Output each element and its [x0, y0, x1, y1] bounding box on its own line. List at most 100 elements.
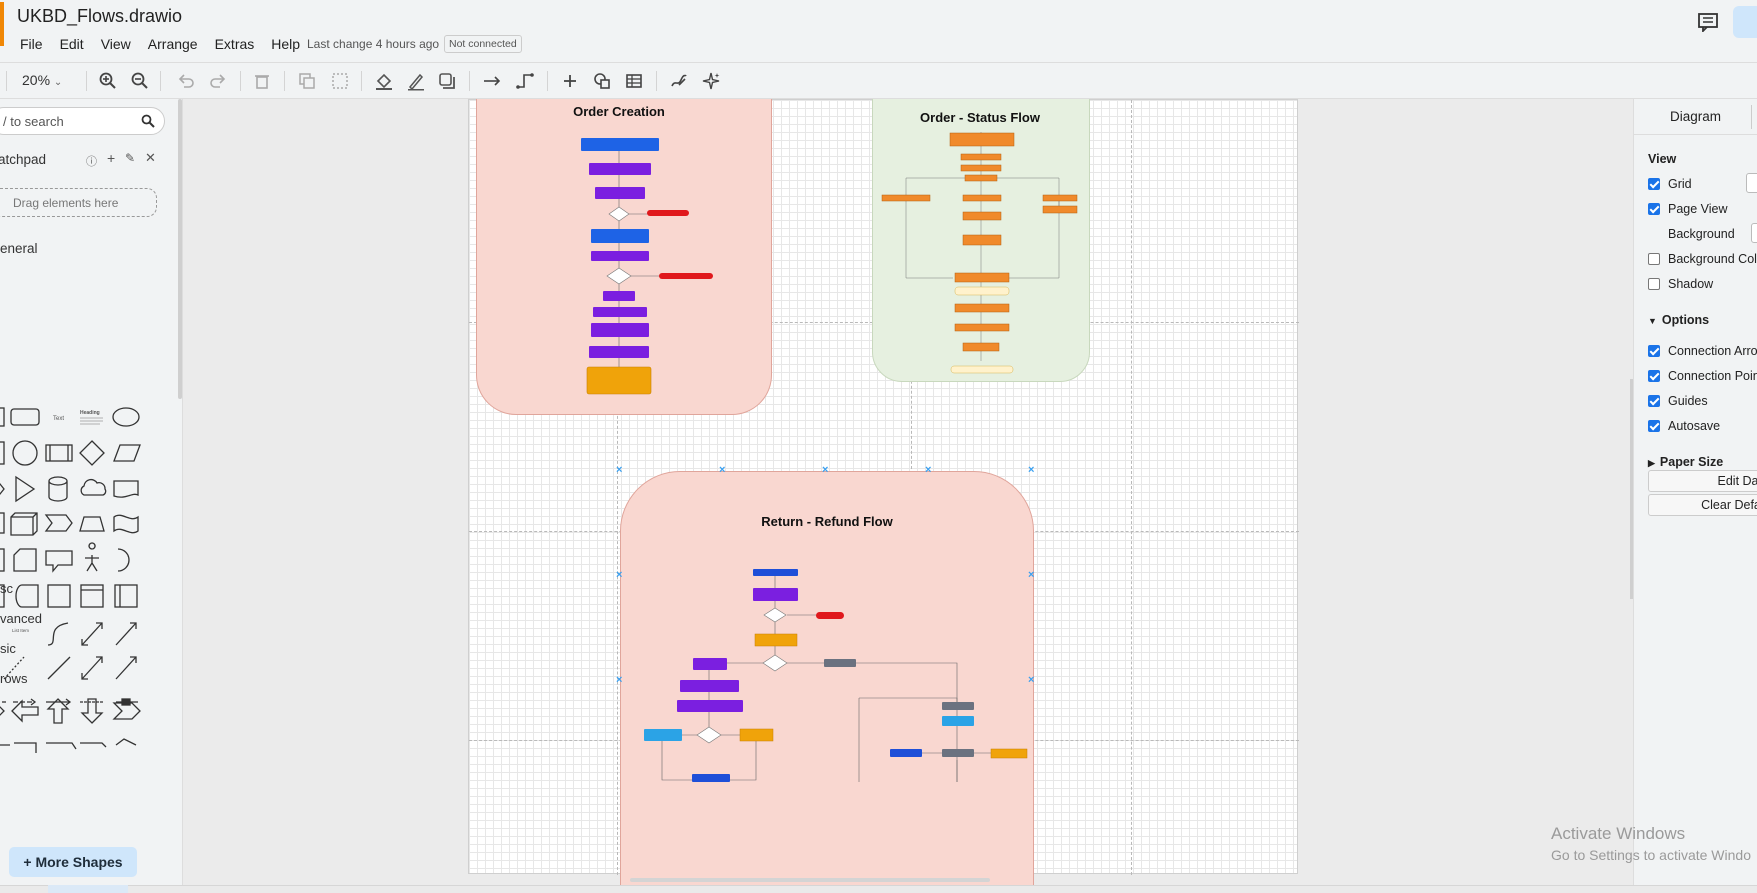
checkbox-checked[interactable]: [1648, 420, 1660, 432]
undo-icon[interactable]: [176, 71, 196, 91]
category-arrows[interactable]: rows: [0, 671, 27, 686]
shape-trapezoid: [79, 516, 105, 532]
menu-extras[interactable]: Extras: [215, 36, 255, 52]
menu-arrange[interactable]: Arrange: [148, 36, 198, 52]
horizontal-scrollbar[interactable]: [630, 878, 990, 882]
shape-diamond: [79, 440, 105, 466]
diagram-canvas[interactable]: Order Creation Order - Status Flow Retur…: [183, 99, 1633, 885]
help-icon[interactable]: ⓘ: [86, 153, 97, 169]
selection-handle[interactable]: ×: [1028, 464, 1034, 476]
freehand-icon[interactable]: [669, 71, 689, 91]
options-section-title[interactable]: ▼ Options: [1648, 313, 1709, 327]
checkbox-unchecked[interactable]: [1648, 278, 1660, 290]
tab-diagram[interactable]: Diagram: [1634, 99, 1757, 135]
selection-handle[interactable]: ×: [616, 464, 622, 476]
close-icon[interactable]: ✕: [145, 150, 156, 166]
activate-windows-subtitle: Go to Settings to activate Windo: [1551, 847, 1751, 863]
return-refund-container[interactable]: Return - Refund Flow × × × × × × × × ×: [616, 464, 1034, 885]
scratchpad-title[interactable]: atchpad: [0, 152, 46, 167]
order-creation-flow: [581, 138, 713, 395]
menu-help[interactable]: Help: [271, 36, 300, 52]
redo-icon[interactable]: [208, 71, 228, 91]
page-tab[interactable]: [48, 885, 128, 893]
palette-list-label: List Item: [12, 628, 29, 633]
zoom-in-icon[interactable]: [98, 71, 118, 91]
connection-status-badge[interactable]: Not connected: [444, 35, 522, 53]
delete-icon[interactable]: [252, 71, 272, 91]
comments-icon[interactable]: [1697, 12, 1719, 32]
background-label: Background: [1668, 227, 1735, 241]
selection-handle[interactable]: ×: [822, 464, 828, 476]
order-status-flow: [881, 132, 1078, 374]
category-misc[interactable]: sc: [0, 581, 13, 596]
grid-checkbox[interactable]: Grid: [1648, 177, 1692, 191]
to-front-icon[interactable]: [297, 71, 317, 91]
connection-icon[interactable]: [482, 71, 502, 91]
background-image-button[interactable]: [1751, 223, 1757, 243]
insert-icon[interactable]: [560, 71, 580, 91]
last-change-status[interactable]: Last change 4 hours ago: [307, 37, 439, 51]
connection-arrows-checkbox[interactable]: Connection Arrow: [1648, 344, 1757, 358]
search-icon[interactable]: [141, 114, 155, 128]
grid-size-input[interactable]: [1746, 173, 1757, 193]
toolbar: 20% ⌄: [0, 62, 1757, 99]
selection-handle[interactable]: ×: [925, 464, 931, 476]
to-back-icon[interactable]: [330, 71, 350, 91]
diagram-page[interactable]: Order Creation Order - Status Flow Retur…: [468, 99, 1299, 885]
zoom-out-icon[interactable]: [130, 71, 150, 91]
selection-handle[interactable]: ×: [616, 674, 622, 686]
fill-color-icon[interactable]: [374, 71, 394, 91]
category-basic[interactable]: sic: [0, 641, 16, 656]
ai-generate-icon[interactable]: [701, 71, 721, 91]
selection-handle[interactable]: ×: [719, 464, 725, 476]
checkbox-checked[interactable]: [1648, 395, 1660, 407]
page-view-checkbox[interactable]: Page View: [1648, 202, 1728, 216]
shapes-icon[interactable]: [592, 71, 612, 91]
file-title[interactable]: UKBD_Flows.drawio: [17, 6, 182, 27]
guides-checkbox[interactable]: Guides: [1648, 394, 1708, 408]
more-shapes-button[interactable]: + More Shapes: [9, 847, 137, 877]
shadow-checkbox[interactable]: Shadow: [1648, 277, 1713, 291]
order-status-container[interactable]: Order - Status Flow: [872, 99, 1090, 382]
checkbox-unchecked[interactable]: [1648, 253, 1660, 265]
checkbox-checked[interactable]: [1648, 203, 1660, 215]
checkbox-checked[interactable]: [1648, 345, 1660, 357]
drawio-logo-icon: [0, 2, 4, 46]
shape-line: [47, 656, 71, 680]
selection-handle[interactable]: ×: [1028, 569, 1034, 581]
grid-label: Grid: [1668, 177, 1692, 191]
page-tabs-bar: [0, 885, 1757, 893]
background-color-checkbox[interactable]: Background Colo: [1648, 252, 1757, 266]
waypoints-icon[interactable]: [515, 71, 535, 91]
general-section-title[interactable]: eneral: [0, 241, 38, 256]
share-icon[interactable]: [1733, 6, 1757, 38]
paper-size-label: Paper Size: [1659, 455, 1724, 469]
checkbox-checked[interactable]: [1648, 370, 1660, 382]
add-icon[interactable]: +: [107, 150, 115, 166]
menu-file[interactable]: File: [20, 36, 43, 52]
selection-handle[interactable]: ×: [1028, 674, 1034, 686]
checkbox-checked[interactable]: [1648, 178, 1660, 190]
zoom-value: 20%: [22, 72, 51, 88]
clear-default-style-button[interactable]: Clear Defa: [1648, 494, 1757, 516]
category-advanced[interactable]: vanced: [0, 611, 42, 626]
pencil-icon[interactable]: ✎: [125, 151, 135, 165]
sidebar-scrollbar[interactable]: [178, 99, 182, 399]
edit-data-button[interactable]: Edit Da: [1648, 470, 1757, 492]
menu-view[interactable]: View: [101, 36, 131, 52]
shape-search-input[interactable]: / to search: [0, 107, 165, 135]
table-icon[interactable]: [624, 71, 644, 91]
selection-handle[interactable]: ×: [616, 569, 622, 581]
autosave-checkbox[interactable]: Autosave: [1648, 419, 1720, 433]
menu-edit[interactable]: Edit: [60, 36, 84, 52]
scratchpad-drop-zone[interactable]: Drag elements here: [0, 188, 157, 217]
paper-size-section-title[interactable]: ▶ Paper Size: [1648, 455, 1723, 469]
triangle-down-icon: ▼: [1648, 316, 1657, 326]
shadow-icon[interactable]: [437, 71, 457, 91]
zoom-select[interactable]: 20% ⌄: [22, 72, 62, 88]
line-color-icon[interactable]: [406, 71, 426, 91]
connection-points-checkbox[interactable]: Connection Point: [1648, 369, 1757, 383]
order-creation-container[interactable]: Order Creation: [476, 99, 772, 415]
toolbar-separator: [469, 71, 470, 91]
shape-step: [44, 514, 73, 532]
